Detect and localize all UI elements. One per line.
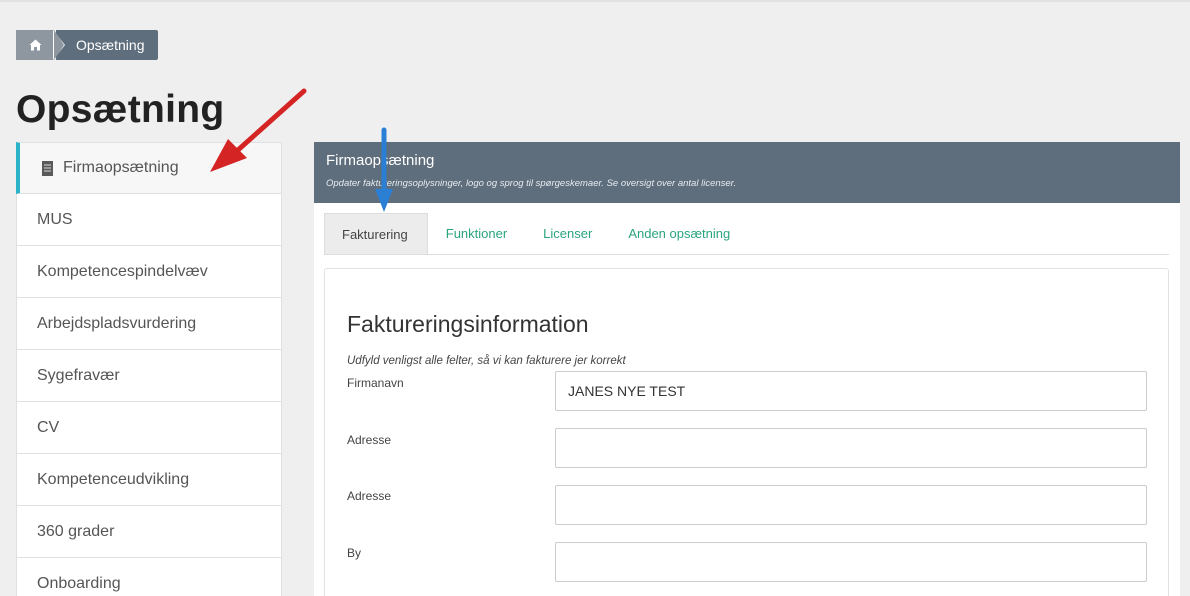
sidebar-item-label: MUS	[37, 210, 73, 228]
sidebar-item-label: Sygefravær	[37, 366, 120, 384]
sidebar-item-sygefravaer[interactable]: Sygefravær	[16, 350, 282, 402]
sidebar-item-onboarding[interactable]: Onboarding	[16, 558, 282, 596]
sidebar-item-arbejdspladsvurdering[interactable]: Arbejdspladsvurdering	[16, 298, 282, 350]
billing-form-card: Faktureringsinformation Udfyld venligst …	[324, 268, 1169, 596]
by-label: By	[347, 546, 362, 560]
main-panel: Firmaopsætning Opdater faktureringsoplys…	[314, 142, 1180, 596]
sidebar: Firmaopsætning MUS Kompetencespindelvæv …	[16, 142, 282, 596]
sidebar-item-label: Arbejdspladsvurdering	[37, 314, 197, 332]
top-border	[0, 0, 1190, 2]
form-title: Faktureringsinformation	[347, 311, 589, 337]
sidebar-item-kompetencespindelvaev[interactable]: Kompetencespindelvæv	[16, 246, 282, 298]
firmanavn-label: Firmanavn	[347, 376, 404, 390]
form-subtitle: Udfyld venligst alle felter, så vi kan f…	[347, 355, 626, 367]
sidebar-item-mus[interactable]: MUS	[16, 194, 282, 246]
sidebar-item-label: Firmaopsætning	[63, 159, 179, 176]
page-title: Opsætning	[16, 88, 225, 131]
firmanavn-field[interactable]	[555, 371, 1147, 411]
sidebar-item-label: Kompetencespindelvæv	[37, 262, 208, 280]
home-icon	[29, 39, 41, 51]
breadcrumb: Opsætning	[16, 30, 159, 60]
adresse-label: Adresse	[347, 433, 392, 447]
adresse-2-field[interactable]	[555, 485, 1147, 525]
panel-title: Firmaopsætning	[326, 152, 435, 169]
building-icon	[42, 160, 53, 176]
panel-subtitle: Opdater faktureringsoplysninger, logo og…	[326, 178, 737, 189]
sidebar-item-firmaopsaetning[interactable]: Firmaopsætning	[16, 142, 282, 194]
by-field[interactable]	[555, 542, 1147, 582]
sidebar-item-360-grader[interactable]: 360 grader	[16, 506, 282, 558]
breadcrumb-current[interactable]: Opsætning	[56, 30, 159, 60]
adresse-field[interactable]	[555, 428, 1147, 468]
sidebar-item-kompetenceudvikling[interactable]: Kompetenceudvikling	[16, 454, 282, 506]
sidebar-item-label: CV	[37, 418, 60, 436]
adresse-2-label: Adresse	[347, 489, 392, 503]
sidebar-item-label: 360 grader	[37, 522, 115, 540]
sidebar-item-label: Onboarding	[37, 574, 121, 592]
breadcrumb-home[interactable]	[16, 30, 64, 60]
tab-funktioner[interactable]: Funktioner	[428, 213, 525, 254]
tab-fakturering[interactable]: Fakturering	[324, 213, 428, 254]
panel-header: Firmaopsætning Opdater faktureringsoplys…	[314, 142, 1180, 203]
tab-anden-opsaetning[interactable]: Anden opsætning	[610, 213, 748, 254]
tab-licenser[interactable]: Licenser	[525, 213, 610, 254]
sidebar-item-cv[interactable]: CV	[16, 402, 282, 454]
tab-bar: Fakturering Funktioner Licenser Anden op…	[324, 213, 1169, 255]
sidebar-item-label: Kompetenceudvikling	[37, 470, 190, 488]
